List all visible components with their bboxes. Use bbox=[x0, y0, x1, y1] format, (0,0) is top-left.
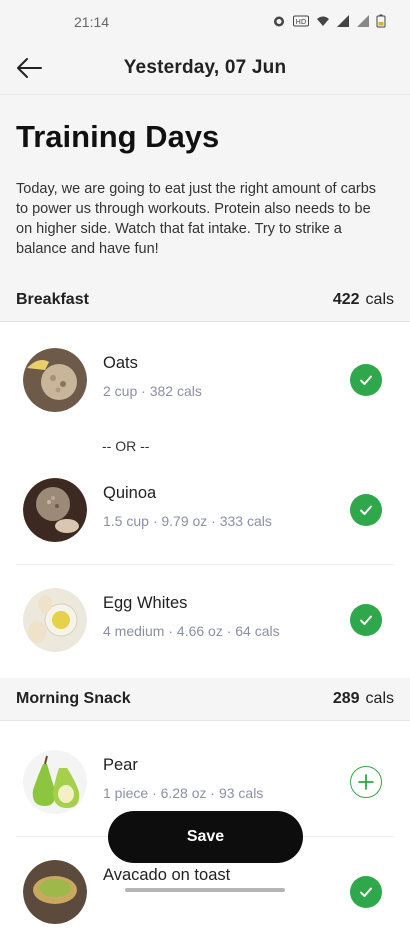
food-meta: 1.5 cup · 9.79 oz · 333 cals bbox=[103, 513, 272, 529]
battery-icon bbox=[376, 14, 386, 28]
check-icon[interactable] bbox=[350, 604, 382, 636]
svg-text:HD: HD bbox=[296, 18, 307, 26]
check-icon[interactable] bbox=[350, 876, 382, 908]
food-meta: 4 medium · 4.66 oz · 64 cals bbox=[103, 623, 280, 639]
home-indicator[interactable] bbox=[125, 888, 285, 892]
food-name: Egg Whites bbox=[103, 594, 188, 612]
food-meta: 2 cup · 382 cals bbox=[103, 383, 202, 399]
list-divider bbox=[16, 564, 394, 565]
status-bar: 21:14 HD bbox=[0, 0, 410, 44]
section-header-breakfast: Breakfast 422 cals bbox=[0, 279, 410, 322]
section-name: Morning Snack bbox=[16, 690, 131, 707]
hd-icon: HD bbox=[293, 15, 309, 27]
section-header-morning-snack: Morning Snack 289 cals bbox=[0, 678, 410, 721]
food-image-pear bbox=[23, 750, 87, 814]
food-name: Quinoa bbox=[103, 484, 157, 502]
wifi-icon bbox=[317, 16, 329, 26]
food-item-quinoa[interactable]: Quinoa 1.5 cup · 9.79 oz · 333 cals bbox=[0, 464, 410, 554]
intro-section: Training Days Today, we are going to eat… bbox=[0, 95, 410, 280]
food-name: Oats bbox=[103, 354, 138, 372]
save-button[interactable]: Save bbox=[108, 811, 303, 863]
section-calories-unit: cals bbox=[365, 291, 394, 308]
food-image-egg-whites bbox=[23, 588, 87, 652]
food-name: Pear bbox=[103, 756, 138, 774]
check-icon[interactable] bbox=[350, 494, 382, 526]
page-description: Today, we are going to eat just the righ… bbox=[16, 181, 377, 257]
page-title: Training Days bbox=[16, 119, 220, 154]
signal-icon bbox=[337, 15, 349, 27]
section-calories: 422 cals bbox=[333, 291, 394, 309]
status-icons: HD bbox=[272, 14, 386, 28]
app-header: Yesterday, 07 Jun bbox=[0, 44, 410, 95]
food-image-quinoa bbox=[23, 478, 87, 542]
header-date-title: Yesterday, 07 Jun bbox=[123, 57, 287, 78]
status-time: 21:14 bbox=[74, 14, 110, 30]
signal-icon-2 bbox=[357, 15, 369, 27]
food-meta: 1 piece · 6.28 oz · 93 cals bbox=[103, 785, 264, 801]
section-calories-value: 422 bbox=[332, 291, 360, 308]
food-image-oats bbox=[23, 348, 87, 412]
alarm-icon bbox=[274, 16, 284, 27]
section-calories-value: 289 bbox=[332, 690, 360, 707]
add-icon[interactable] bbox=[350, 766, 382, 798]
food-item-oats[interactable]: Oats 2 cup · 382 cals bbox=[0, 334, 410, 424]
check-icon[interactable] bbox=[350, 364, 382, 396]
food-name: Avacado on toast bbox=[103, 866, 231, 884]
section-calories: 289 cals bbox=[333, 690, 394, 708]
section-calories-unit: cals bbox=[365, 690, 394, 707]
or-label: -- OR -- bbox=[102, 438, 150, 454]
section-name: Breakfast bbox=[16, 291, 89, 308]
food-image-avocado-toast bbox=[23, 860, 87, 924]
food-item-egg-whites[interactable]: Egg Whites 4 medium · 4.66 oz · 64 cals bbox=[0, 574, 410, 664]
